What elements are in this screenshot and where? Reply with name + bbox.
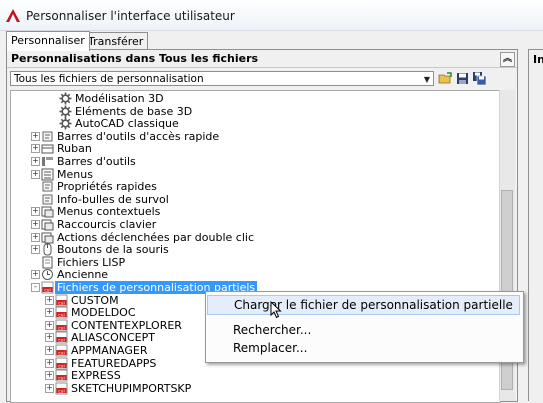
quick-access-toolbar-icon <box>42 131 53 142</box>
expand-icon[interactable]: + <box>31 169 40 179</box>
tab-personnaliser[interactable]: Personnaliser <box>6 31 90 51</box>
svg-text:cui: cui <box>58 325 65 331</box>
file-filter-dropdown[interactable]: Tous les fichiers de personnalisation ▼ <box>10 71 434 86</box>
expand-icon[interactable]: + <box>45 371 54 381</box>
expand-icon[interactable]: + <box>31 220 40 229</box>
cuix-file-icon: cui <box>55 306 68 319</box>
expand-icon[interactable]: + <box>31 144 40 154</box>
open-file-icon[interactable] <box>438 71 453 86</box>
ribbon-icon <box>41 144 54 154</box>
svg-text:cui: cui <box>58 350 65 356</box>
svg-text:cui: cui <box>58 300 65 306</box>
menu-icon <box>41 168 54 181</box>
expand-icon[interactable]: + <box>31 157 40 166</box>
tree-node-label: Boutons de la souris <box>57 243 169 257</box>
menu-item-search[interactable]: Rechercher... <box>207 320 520 340</box>
double-chevron-up-icon: ︽ <box>502 54 512 64</box>
cuix-file-icon: cui <box>55 344 68 357</box>
gear-icon <box>59 105 72 118</box>
title-bar: Personnaliser l'interface utilisateur <box>0 0 543 31</box>
expand-icon[interactable]: + <box>45 308 54 318</box>
svg-text:cui: cui <box>44 287 51 293</box>
tree-node-label: MODELDOC <box>71 306 136 320</box>
save-as-icon[interactable] <box>472 71 487 86</box>
expand-icon[interactable]: + <box>31 207 40 217</box>
gear-icon <box>59 117 72 130</box>
tree-node-label: Info-bulles de survol <box>57 192 169 206</box>
svg-text:cui: cui <box>58 375 65 381</box>
tree-node-label: SKETCHUPIMPORTSKP <box>71 381 192 395</box>
tree-node-label: EXPRESS <box>71 369 121 383</box>
legacy-icon <box>42 269 53 281</box>
dropdown-value: Tous les fichiers de personnalisation <box>14 73 204 85</box>
expand-icon[interactable]: + <box>45 333 54 343</box>
tree-node-label: Ruban <box>57 142 92 156</box>
dropdown-arrow-icon: ▼ <box>423 75 430 84</box>
tree-node-label: Fichiers LISP <box>57 255 126 269</box>
autocad-logo-icon <box>6 9 20 22</box>
svg-text:cui: cui <box>58 312 65 318</box>
panel-title: Personnalisations dans Tous les fichiers <box>11 52 259 65</box>
expand-icon[interactable]: + <box>31 245 40 255</box>
context-menu-icon <box>41 206 54 218</box>
tree-node-label: AutoCAD classique <box>75 117 179 131</box>
cui-folder-icon: cui <box>41 281 54 294</box>
mouse-pointer-icon <box>270 301 282 319</box>
expand-icon[interactable]: + <box>45 346 54 355</box>
mouse-icon <box>43 243 52 256</box>
quick-properties-icon <box>42 181 53 192</box>
expand-icon[interactable]: + <box>31 131 40 141</box>
tooltip-icon <box>42 194 53 205</box>
collapse-icon[interactable]: - <box>31 283 40 292</box>
cuix-file-icon: cui <box>55 319 68 332</box>
tree-node-label: Menus <box>57 167 93 181</box>
context-menu: Charger le fichier de personnalisation p… <box>205 291 524 363</box>
tree-node-label: ALIASCONCEPT <box>71 331 155 345</box>
cuix-file-icon: cui <box>55 357 68 369</box>
info-panel-title: In <box>533 53 543 66</box>
expand-icon[interactable]: + <box>31 270 40 280</box>
expand-icon[interactable]: + <box>45 383 54 393</box>
lisp-file-icon <box>42 256 53 269</box>
tree-node-label: Barres d'outils <box>57 155 136 168</box>
gear-icon <box>59 92 72 105</box>
collapse-button[interactable]: ︽ <box>500 52 515 67</box>
tree-node-label: Modélisation 3D <box>75 92 164 105</box>
cuix-file-icon: cui <box>55 382 68 395</box>
keyboard-shortcut-icon <box>41 219 54 231</box>
window-title: Personnaliser l'interface utilisateur <box>26 9 235 23</box>
save-icon[interactable] <box>455 71 470 86</box>
info-panel: In <box>528 49 543 401</box>
tree-node-label: Raccourcis clavier <box>57 218 157 231</box>
expand-icon[interactable]: + <box>45 295 54 305</box>
expand-icon[interactable]: + <box>45 358 54 368</box>
svg-text:cui: cui <box>58 338 65 344</box>
tree-node-label: Barres d'outils d'accès rapide <box>57 129 220 143</box>
double-click-icon <box>41 232 54 244</box>
cuix-file-icon: cui <box>55 294 68 306</box>
tree-node-label: Propriétés rapides <box>57 180 157 194</box>
cuix-file-icon: cui <box>55 331 68 344</box>
panel-header: Personnalisations dans Tous les fichiers… <box>7 50 517 68</box>
tree-node-label: FEATUREDAPPS <box>71 356 157 370</box>
menu-item-replace[interactable]: Remplacer... <box>207 338 520 358</box>
tree-node-label: Menus contextuels <box>57 205 161 219</box>
tree-node-label: CONTENTEXPLORER <box>71 318 182 332</box>
menu-item-load-partial[interactable]: Charger le fichier de personnalisation p… <box>207 295 520 315</box>
toolbar-icon <box>42 157 53 166</box>
tree-node-label: Actions déclenchées par double clic <box>57 230 254 244</box>
tree-node-label: Ancienne <box>57 268 109 282</box>
expand-icon[interactable]: + <box>31 232 40 242</box>
svg-text:cui: cui <box>58 363 65 369</box>
tree-node-label: CUSTOM <box>71 293 119 307</box>
svg-text:cui: cui <box>58 388 65 394</box>
tree-node-label: Eléments de base 3D <box>75 104 193 118</box>
expand-icon[interactable]: + <box>45 320 54 330</box>
cuix-file-icon: cui <box>55 369 68 382</box>
tree-node-label: APPMANAGER <box>71 344 148 357</box>
